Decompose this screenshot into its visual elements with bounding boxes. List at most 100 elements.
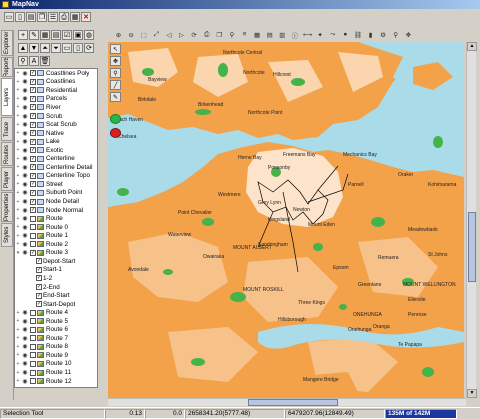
visibility-icon[interactable]: ◉: [21, 335, 29, 342]
move-up-icon[interactable]: ▲: [18, 43, 28, 53]
layer-row[interactable]: + ◉ Route 8: [15, 343, 97, 352]
visibility-icon[interactable]: ◉: [21, 370, 29, 376]
visibility-icon[interactable]: ◉: [21, 378, 29, 385]
layer-grid-icon[interactable]: ▦: [40, 30, 50, 40]
layer-checkbox[interactable]: ✓: [30, 70, 36, 77]
layer-checkbox[interactable]: [30, 215, 36, 222]
print-map-icon[interactable]: ⎙: [202, 30, 211, 39]
layer-checkbox[interactable]: ✓: [30, 164, 36, 171]
visibility-icon[interactable]: ◉: [21, 164, 29, 171]
layer-row[interactable]: + ◉ Route 12: [15, 377, 97, 386]
visibility-icon[interactable]: ◉: [21, 344, 29, 350]
globe-icon[interactable]: ◍: [84, 30, 94, 40]
layer-row[interactable]: + ◉ ✓ Scrub: [15, 112, 97, 121]
tab-properties[interactable]: Properties: [1, 192, 13, 222]
layer-row[interactable]: ▾ ◉ ✓ Route 3: [15, 249, 97, 258]
layer-checkbox[interactable]: ✓: [36, 266, 42, 273]
layer-checkbox[interactable]: [30, 309, 36, 316]
copy-icon[interactable]: ❐: [37, 12, 47, 22]
layer-row[interactable]: ✓ Start-Depot: [15, 300, 97, 309]
delete-layer-icon[interactable]: 🗑: [40, 56, 50, 66]
layer-checkbox[interactable]: ✓: [30, 249, 36, 256]
export-icon[interactable]: ▦: [70, 12, 80, 22]
layer-row[interactable]: + ◉ Route 9: [15, 351, 97, 360]
layer-checkbox[interactable]: ✓: [30, 121, 36, 128]
layer-checkbox[interactable]: ✓: [30, 147, 36, 154]
layer-checkbox[interactable]: [30, 352, 36, 359]
start-icon[interactable]: [110, 114, 121, 124]
visibility-icon[interactable]: ◉: [21, 79, 29, 85]
layer-row[interactable]: + ◉ Route 0: [15, 223, 97, 232]
layer-checkbox[interactable]: ✓: [30, 172, 36, 179]
visibility-icon[interactable]: ◉: [21, 104, 29, 111]
layer-checkbox[interactable]: ✓: [30, 138, 36, 145]
layer-row[interactable]: + ◉ Route 5: [15, 317, 97, 326]
layer-row[interactable]: + ◉ ✓ Node Detail: [15, 197, 97, 206]
visibility-icon[interactable]: ◉: [21, 241, 29, 248]
layer-row[interactable]: + ◉ ✓ Suburb Point: [15, 189, 97, 198]
tab-trace[interactable]: Trace: [1, 117, 13, 141]
refresh-map-icon[interactable]: ⟳: [190, 30, 199, 39]
layer-row[interactable]: + ◉ ✓ Node Normal: [15, 206, 97, 215]
layer-checkbox[interactable]: ✓: [30, 155, 36, 162]
layers-icon[interactable]: ≡: [240, 30, 249, 39]
layer-row[interactable]: ✓ Depot-Start: [15, 257, 97, 266]
layer-row[interactable]: + ◉ Route 2: [15, 240, 97, 249]
zoom-prev-icon[interactable]: ◁: [164, 30, 173, 39]
layer-checkbox[interactable]: ✓: [36, 301, 42, 308]
grid-icon[interactable]: ▦: [253, 30, 262, 39]
visibility-icon[interactable]: ◉: [21, 352, 29, 359]
stop-icon[interactable]: [110, 128, 121, 138]
visibility-icon[interactable]: ◉: [21, 207, 29, 214]
save-icon[interactable]: ▤: [26, 12, 36, 22]
visibility-icon[interactable]: ◉: [21, 147, 29, 154]
scroll-down-icon[interactable]: ▼: [467, 389, 477, 398]
label-icon[interactable]: A: [29, 56, 39, 66]
visibility-icon[interactable]: ◉: [21, 130, 29, 137]
visibility-icon[interactable]: ◉: [21, 250, 29, 256]
layer-row[interactable]: + ◉ ✓ Residential: [15, 86, 97, 95]
layer-checkbox[interactable]: [30, 224, 36, 231]
zoom-in-icon[interactable]: ⊕: [114, 30, 123, 39]
visibility-icon[interactable]: ◉: [21, 87, 29, 94]
print-icon[interactable]: ⎙: [59, 12, 69, 22]
visibility-icon[interactable]: ◉: [21, 318, 29, 325]
crosshair-icon[interactable]: ✥: [404, 30, 413, 39]
visibility-icon[interactable]: ◉: [21, 181, 29, 188]
layer-checkbox[interactable]: ✓: [30, 198, 36, 205]
layer-checkbox[interactable]: [30, 369, 36, 376]
layer-checkbox[interactable]: ✓: [30, 113, 36, 119]
refresh-icon[interactable]: ⟳: [84, 43, 94, 53]
visibility-icon[interactable]: ◉: [21, 224, 29, 231]
layer-row[interactable]: + ◉ ✓ Parcels: [15, 95, 97, 104]
map-canvas[interactable]: [108, 42, 464, 398]
layer-checkbox[interactable]: [30, 232, 36, 239]
layer-checkbox[interactable]: ✓: [36, 275, 42, 282]
bookmark-icon[interactable]: ✦: [316, 30, 325, 39]
zoom-extent-icon[interactable]: ⤢: [152, 30, 161, 39]
visibility-icon[interactable]: ◉: [21, 199, 29, 205]
layer-checkbox[interactable]: ✓: [30, 130, 36, 137]
map-vertical-scrollbar[interactable]: ▲ ▼: [466, 42, 477, 398]
layer-row[interactable]: + ◉ ✓ Centerline: [15, 155, 97, 164]
layer-checkbox[interactable]: ✓: [30, 78, 36, 85]
new-icon[interactable]: ▯: [15, 12, 25, 22]
layer-row[interactable]: + ◉ Route 7: [15, 334, 97, 343]
measure-icon[interactable]: ⟷: [303, 30, 312, 39]
visibility-icon[interactable]: ◉: [21, 113, 29, 120]
hscroll-thumb[interactable]: [248, 399, 338, 406]
layer-row[interactable]: ✓ 1-2: [15, 274, 97, 283]
layer-row[interactable]: + ◉ ✓ Exotic: [15, 146, 97, 155]
settings-icon[interactable]: ⚙: [379, 30, 388, 39]
layer-row[interactable]: + ◉ ✓ Native: [15, 129, 97, 138]
properties-icon[interactable]: ☰: [48, 12, 58, 22]
visibility-icon[interactable]: ◉: [21, 216, 29, 222]
layer-checkbox[interactable]: ✓: [30, 104, 36, 111]
zoom-out-icon[interactable]: ⊖: [127, 30, 136, 39]
layer-checkbox[interactable]: ✓: [36, 292, 42, 299]
layer-row[interactable]: + ◉ ✓ Lake: [15, 137, 97, 146]
move-bottom-icon[interactable]: ⏷: [51, 43, 61, 53]
layer-checkbox[interactable]: [30, 335, 36, 342]
tab-reports[interactable]: Reports: [1, 57, 13, 77]
info-icon[interactable]: ⓘ: [290, 30, 299, 40]
